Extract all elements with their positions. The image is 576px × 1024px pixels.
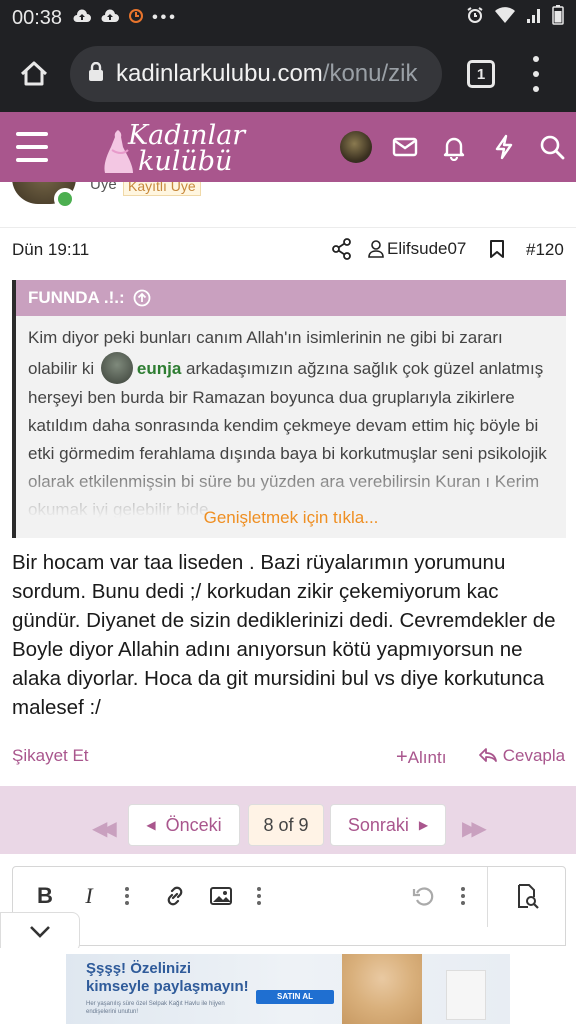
caret-right-icon: ▶ [418,818,429,832]
cloud-upload-icon [72,8,92,29]
mention-avatar [100,352,133,384]
quote-expand-link[interactable]: Genişletmek için tıkla... [16,508,566,528]
preview-icon[interactable] [513,881,541,911]
ad-small-text: Her yaşanılış süre özel Selpak Kağıt Hav… [86,1001,225,1015]
prev-label: Önceki [165,814,222,835]
bell-icon[interactable] [440,133,468,162]
browser-toolbar: kadinlarkulubu.com/konu/zik 1 [0,36,576,112]
url-bar[interactable]: kadinlarkulubu.com/konu/zik [70,46,442,102]
alarm-icon [466,6,484,30]
envelope-icon[interactable] [391,133,419,161]
reply-button[interactable]: Cevapla [478,746,565,766]
account-avatar[interactable] [340,131,372,163]
first-page-icon[interactable]: ◀◀ [92,816,117,841]
next-page-button[interactable]: Sonraki ▶ [330,804,446,846]
reply-editor[interactable]: B I [12,866,566,946]
undo-icon[interactable] [409,881,437,911]
user-icon [368,240,384,258]
mention-link[interactable]: eunja [137,359,181,378]
post-actions: Şikayet Et +Alıntı Cevapla [0,738,576,774]
pagination: ◀◀ ◀ Önceki 8 of 9 Sonraki ▶ ▶▶ [0,786,576,854]
cloud-upload-icon-2 [100,8,120,29]
more-formatting-icon[interactable] [121,881,133,911]
prev-page-button[interactable]: ◀ Önceki [128,804,240,846]
signal-icon [526,6,542,30]
lightning-icon[interactable] [490,133,518,161]
italic-button[interactable]: I [77,881,101,911]
user-badge: Kayıtlı Üye [123,182,201,196]
post-message: Bir hocam var taa liseden . Bazi rüyalar… [12,551,556,719]
quote-label: Alıntı [407,748,447,767]
next-label: Sonraki [347,814,409,835]
hamburger-menu-icon[interactable] [16,132,48,162]
more-insert-icon[interactable] [253,881,265,911]
bookmark-icon[interactable] [488,239,506,259]
plus-icon: + [396,746,408,768]
toolbar-divider [487,867,488,927]
post-number[interactable]: #120 [526,240,564,260]
wifi-icon [494,6,516,30]
post-meta: Dün 19:11 Elifsude07 #120 [0,228,576,272]
more-options-icon[interactable] [457,881,469,911]
quote-button[interactable]: +Alıntı [396,746,446,769]
chevron-down-icon [30,926,50,938]
share-icon[interactable] [332,238,352,260]
ad-cta-button[interactable]: SATIN AL [256,990,334,1004]
battery-icon [552,5,564,31]
image-icon[interactable] [207,881,235,911]
post-author-name: Elifsude07 [387,239,467,258]
lock-icon [88,61,104,87]
site-header: Kadınlar kulübü [0,112,576,182]
quote-header[interactable]: FUNNDA .!.: [16,280,566,316]
status-time: 00:38 [12,6,63,29]
current-page-button[interactable]: 8 of 9 [248,804,324,846]
site-logo[interactable]: Kadınlar kulübü [96,118,246,178]
quote-block: FUNNDA .!.: Kim diyor peki bunları canım… [12,280,566,538]
ad-headline-1: Şşşş! Özelinizi [86,960,192,977]
ad-product-image [446,970,486,1020]
post-user-strip: Üye Kayıtlı Üye [0,182,576,228]
report-link[interactable]: Şikayet Et [12,746,89,766]
url-host: kadinlarkulubu.com [116,60,323,87]
bold-button[interactable]: B [33,881,57,911]
user-role: Üye [90,182,117,193]
status-bar: 00:38 ••• [0,0,576,36]
link-icon[interactable] [161,881,189,911]
quote-author: FUNNDA .!.: [28,288,125,307]
arrow-up-circle-icon[interactable] [133,289,151,307]
reply-icon [479,748,497,762]
browser-menu-icon[interactable] [528,56,544,92]
ad-banner[interactable]: Şşşş! Özelinizi kimseyle paylaşmayın! He… [66,954,510,1024]
more-notifications-icon: ••• [152,9,178,26]
ad-bar: Şşşş! Özelinizi kimseyle paylaşmayın! He… [0,948,576,1024]
ad-headline-2: kimseyle paylaşmayın! [86,978,249,995]
home-icon[interactable] [14,54,54,94]
online-indicator [54,188,76,210]
last-page-icon[interactable]: ▶▶ [462,816,487,841]
caret-left-icon: ◀ [146,818,156,832]
reply-label: Cevapla [502,746,566,765]
tab-switcher-button[interactable]: 1 [467,60,495,88]
logo-text-1: Kadınlar [128,120,246,151]
ad-image [342,954,422,1024]
post-author[interactable]: Elifsude07 [368,239,466,259]
search-icon[interactable] [538,133,566,161]
logo-text-2: kulübü [138,146,233,177]
url-path: /konu/zik [322,60,418,87]
collapse-panel-button[interactable] [0,912,80,952]
post-date[interactable]: Dün 19:11 [12,240,89,260]
timer-icon [128,8,144,29]
